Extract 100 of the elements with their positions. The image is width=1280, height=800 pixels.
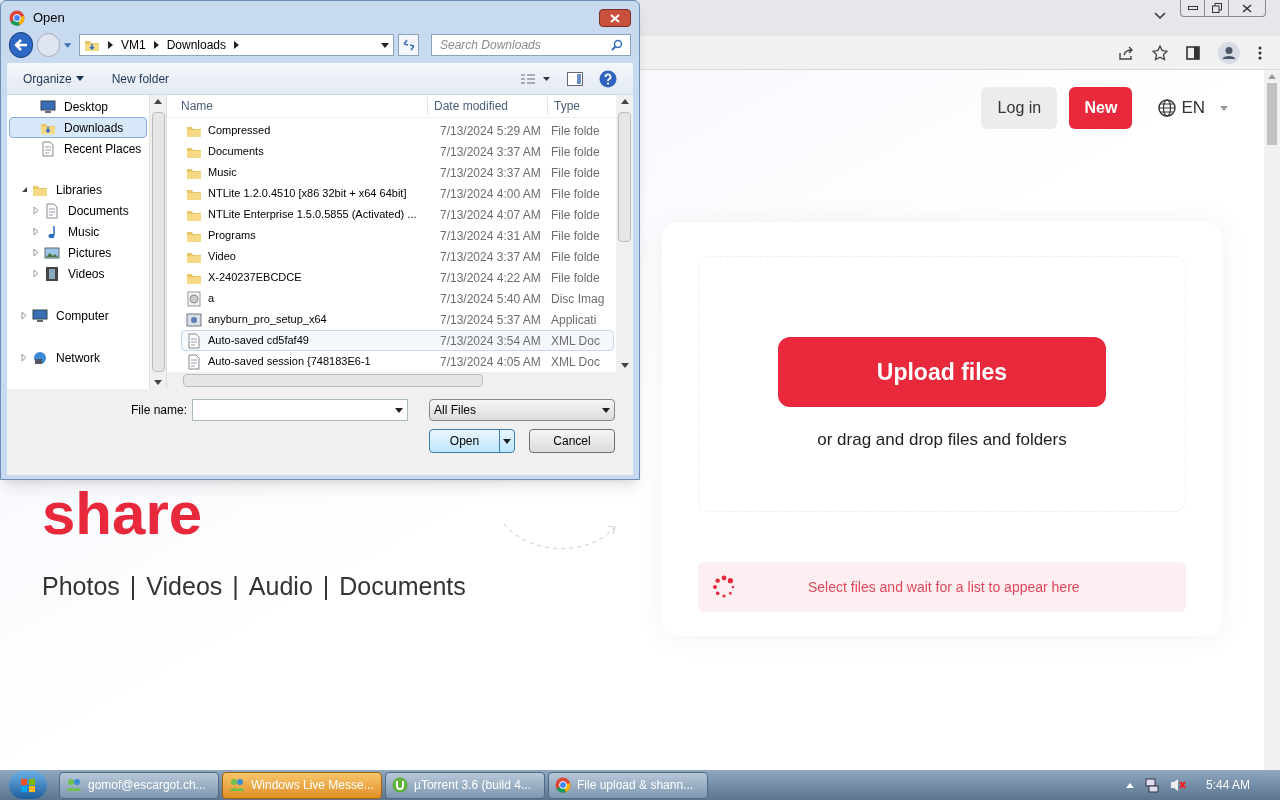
- file-row[interactable]: Auto-saved session {748183E6-1 7/13/2024 4:05 AM XML Doc: [181, 351, 614, 372]
- column-header[interactable]: Date modified: [428, 97, 548, 115]
- column-header[interactable]: Type: [548, 97, 580, 115]
- file-row[interactable]: NTLite 1.2.0.4510 [x86 32bit + x64 64bit] 7/13/2024 4:00 AM File folde: [181, 183, 614, 204]
- breadcrumb-item[interactable]: VM1: [121, 36, 146, 54]
- cancel-button[interactable]: Cancel: [529, 429, 615, 453]
- file-name: Music: [208, 165, 237, 181]
- separator: |: [232, 571, 239, 602]
- chevron-down-icon[interactable]: [1154, 12, 1166, 20]
- network-icon: [32, 349, 48, 366]
- profile-icon[interactable]: [1218, 41, 1240, 64]
- open-button[interactable]: Open: [429, 429, 515, 453]
- address-bar[interactable]: VM1 Downloads: [79, 34, 395, 56]
- caret-icon: [154, 380, 162, 385]
- nav-item[interactable]: Videos: [68, 264, 105, 283]
- nav-item[interactable]: Music: [68, 222, 100, 241]
- column-header[interactable]: Name: [167, 97, 428, 115]
- disc-image-icon: [186, 290, 202, 307]
- file-row[interactable]: Programs 7/13/2024 4:31 AM File folde: [181, 225, 614, 246]
- file-row[interactable]: Video 7/13/2024 3:37 AM File folde: [181, 246, 614, 267]
- nav-item[interactable]: Recent Places: [9, 138, 147, 159]
- collapsed-arrow-icon[interactable]: [33, 207, 40, 214]
- window-title: Open: [33, 9, 65, 28]
- caret-icon: [1220, 105, 1228, 111]
- help-icon[interactable]: [599, 69, 617, 88]
- caret-icon: [63, 42, 71, 48]
- collapsed-arrow-icon[interactable]: [33, 270, 40, 277]
- file-row[interactable]: NTLite Enterprise 1.5.0.5855 (Activated) ... 7/13/2024 4:07 AM File folde: [181, 204, 614, 225]
- category-label: Audio: [248, 571, 313, 602]
- more-icon[interactable]: [1258, 45, 1262, 60]
- caret-icon: [503, 438, 511, 444]
- file-row[interactable]: Music 7/13/2024 3:37 AM File folde: [181, 162, 614, 183]
- date-cell-text: 7/13/2024 4:07 AM: [439, 206, 542, 224]
- file-type-dropdown[interactable]: All Files: [429, 399, 615, 421]
- refresh-icon: [401, 39, 416, 51]
- view-options-icon[interactable]: [521, 73, 551, 84]
- computer-icon: [32, 307, 48, 324]
- show-hidden-icons-icon[interactable]: [1125, 782, 1134, 788]
- date-cell-text: 7/13/2024 4:05 AM: [439, 353, 542, 371]
- collapsed-arrow-icon[interactable]: [33, 228, 40, 235]
- caret-icon: [395, 407, 403, 413]
- file-row[interactable]: Auto-saved cd5faf49 7/13/2024 3:54 AM XML Doc: [181, 330, 614, 351]
- upload-button[interactable]: Upload files: [778, 337, 1106, 407]
- side-panel-icon[interactable]: [1186, 45, 1200, 60]
- organize-menu[interactable]: Organize: [23, 69, 84, 88]
- preview-pane-icon[interactable]: [567, 71, 583, 86]
- collapsed-arrow-icon[interactable]: [21, 354, 28, 361]
- share-icon[interactable]: [1118, 44, 1134, 61]
- horizontal-scrollbar[interactable]: [167, 372, 633, 389]
- breadcrumb-arrow-icon: [234, 41, 240, 49]
- file-name: anyburn_pro_setup_x64: [208, 312, 327, 328]
- network-status-icon[interactable]: [1143, 777, 1160, 793]
- nav-item[interactable]: Computer: [56, 306, 109, 325]
- file-row[interactable]: Compressed 7/13/2024 5:29 AM File folde: [181, 120, 614, 141]
- back-button[interactable]: [9, 32, 34, 58]
- search-field[interactable]: Search Downloads: [431, 34, 631, 56]
- restore-icon: [1211, 3, 1222, 13]
- nav-item[interactable]: Network: [56, 348, 100, 367]
- start-button[interactable]: [9, 771, 47, 799]
- picture-icon: [44, 244, 60, 261]
- nav-item[interactable]: Desktop: [9, 96, 147, 117]
- scrollbar-thumb[interactable]: [151, 112, 165, 372]
- new-button[interactable]: New: [1069, 87, 1133, 129]
- nav-item[interactable]: Documents: [68, 201, 129, 220]
- file-row[interactable]: a 7/13/2024 5:40 AM Disc Imag: [181, 288, 614, 309]
- type-cell-text: File folde: [550, 185, 600, 203]
- file-name-field[interactable]: [192, 399, 408, 421]
- scrollbar-thumb[interactable]: [1267, 83, 1277, 145]
- collapsed-arrow-icon[interactable]: [21, 312, 28, 319]
- type-cell-text: Applicati: [550, 311, 597, 329]
- drop-zone[interactable]: Upload files or drag and drop files and folders: [698, 256, 1186, 512]
- type-cell-text: File folde: [550, 164, 600, 182]
- file-name: Documents: [208, 144, 264, 160]
- refresh-button[interactable]: [398, 34, 419, 56]
- collapsed-arrow-icon[interactable]: [33, 249, 40, 256]
- file-row[interactable]: anyburn_pro_setup_x64 7/13/2024 5:37 AM Applicati: [181, 309, 614, 330]
- caret-icon: [620, 363, 629, 368]
- expanded-arrow-icon[interactable]: [21, 186, 28, 193]
- login-button[interactable]: Log in: [981, 87, 1058, 129]
- nav-scrollbar[interactable]: [149, 95, 166, 389]
- type-cell-text: File folde: [550, 122, 600, 140]
- page-scrollbar[interactable]: [1264, 70, 1280, 770]
- nav-item[interactable]: Libraries: [56, 180, 103, 199]
- file-name-label: File name:: [130, 402, 187, 419]
- close-button[interactable]: [599, 9, 631, 27]
- file-list-scrollbar[interactable]: [616, 95, 633, 372]
- language-selector[interactable]: EN: [1158, 95, 1228, 121]
- star-icon[interactable]: [1152, 44, 1168, 61]
- breadcrumb-item[interactable]: Downloads: [166, 36, 227, 54]
- file-row[interactable]: X-240237EBCDCE 7/13/2024 4:22 AM File folde: [181, 267, 614, 288]
- new-folder-button[interactable]: New folder: [111, 69, 170, 88]
- file-row[interactable]: Documents 7/13/2024 3:37 AM File folde: [181, 141, 614, 162]
- nav-item[interactable]: Downloads: [9, 117, 147, 138]
- scrollbar-thumb[interactable]: [618, 112, 631, 242]
- scrollbar-thumb[interactable]: [183, 374, 483, 387]
- caret-icon: [154, 99, 162, 104]
- type-cell-text: XML Doc: [550, 353, 600, 371]
- muted-speaker-icon[interactable]: [1169, 777, 1186, 793]
- nav-item[interactable]: Pictures: [68, 243, 112, 262]
- file-name: Video: [208, 249, 236, 265]
